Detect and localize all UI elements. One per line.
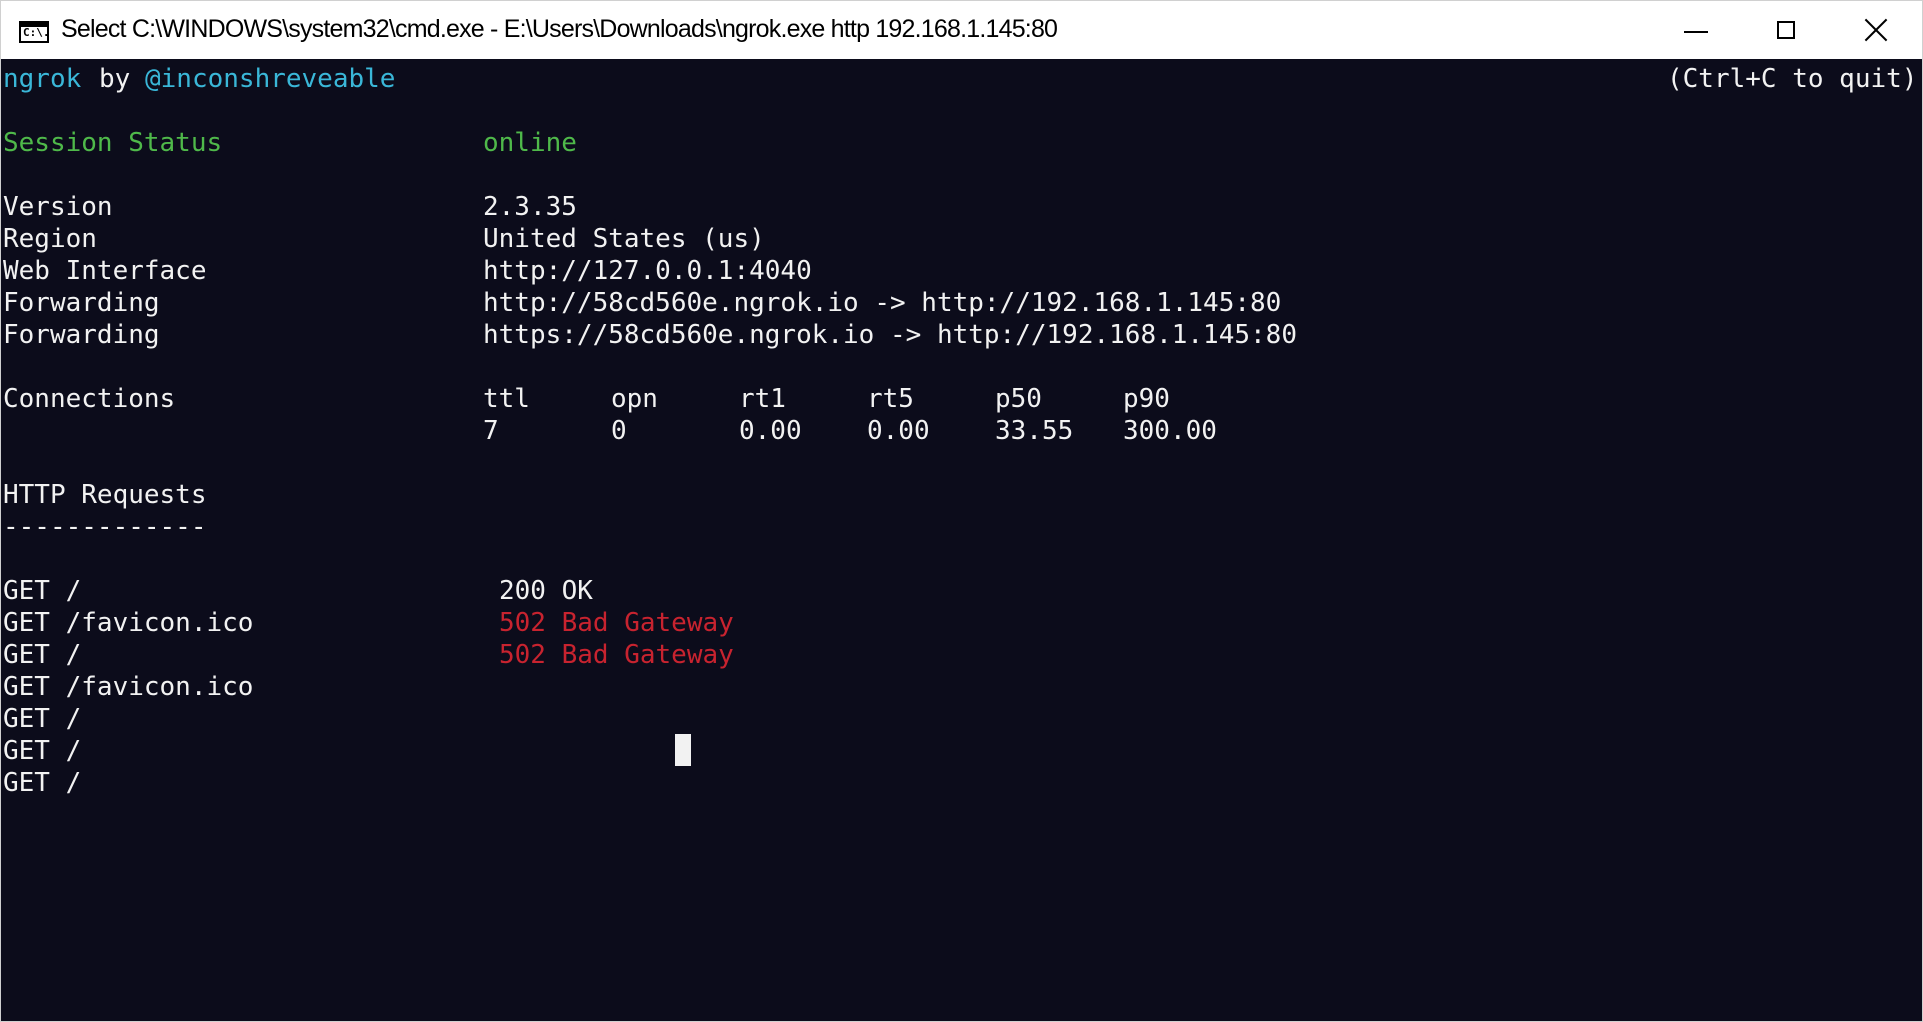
connections-value-p90: 300.00	[1123, 416, 1217, 446]
close-icon	[1863, 17, 1889, 43]
forwarding-value: http://58cd560e.ngrok.io -> http://192.1…	[483, 288, 1282, 318]
connections-label: Connections	[3, 384, 176, 414]
region-label: Region	[3, 224, 97, 254]
ngrok-brand: ngrok	[3, 64, 82, 94]
title-bar[interactable]: C:\. Select C:\WINDOWS\system32\cmd.exe …	[1, 1, 1922, 59]
connections-header-opn: opn	[611, 384, 658, 414]
version-label: Version	[3, 192, 113, 222]
maximize-icon	[1777, 21, 1795, 39]
request-line: GET /favicon.ico	[3, 672, 254, 702]
session-status-label: Session Status	[3, 128, 223, 158]
connections-header-rt5: rt5	[867, 384, 914, 414]
connections-value-p50: 33.55	[995, 416, 1074, 446]
minimize-button[interactable]	[1651, 1, 1741, 59]
request-line: GET /	[3, 704, 82, 734]
connections-value-opn: 0	[611, 416, 627, 446]
request-status-error: 502 Bad Gateway	[499, 608, 734, 638]
request-line: GET /	[3, 576, 82, 606]
connections-header-ttl: ttl	[483, 384, 530, 414]
region-value: United States (us)	[483, 224, 765, 254]
web-interface-label: Web Interface	[3, 256, 207, 286]
request-line: GET /favicon.ico	[3, 608, 254, 638]
connections-header-rt1: rt1	[739, 384, 786, 414]
window-title: Select C:\WINDOWS\system32\cmd.exe - E:\…	[61, 15, 1058, 43]
forwarding-label: Forwarding	[3, 288, 160, 318]
connections-header-p90: p90	[1123, 384, 1170, 414]
session-status-value: online	[483, 128, 577, 158]
connections-header-p50: p50	[995, 384, 1042, 414]
connections-value-rt5: 0.00	[867, 416, 930, 446]
quit-hint: (Ctrl+C to quit)	[1667, 64, 1918, 94]
version-value: 2.3.35	[483, 192, 577, 222]
forwarding-value: https://58cd560e.ngrok.io -> http://192.…	[483, 320, 1297, 350]
connections-value-ttl: 7	[483, 416, 499, 446]
http-requests-underline: -------------	[3, 512, 207, 542]
web-interface-value: http://127.0.0.1:4040	[483, 256, 812, 286]
http-requests-title: HTTP Requests	[3, 480, 207, 510]
text-cursor	[675, 734, 691, 766]
request-line: GET /	[3, 768, 82, 798]
maximize-button[interactable]	[1741, 1, 1831, 59]
request-status-error: 502 Bad Gateway	[499, 640, 734, 670]
request-line: GET /	[3, 640, 82, 670]
cmd-icon[interactable]: C:\.	[19, 21, 50, 43]
close-button[interactable]	[1831, 1, 1921, 59]
author-handle: @inconshreveable	[145, 64, 396, 94]
forwarding-label: Forwarding	[3, 320, 160, 350]
by-text: by	[99, 64, 131, 94]
minimize-icon	[1684, 31, 1708, 33]
connections-value-rt1: 0.00	[739, 416, 802, 446]
request-line: GET /	[3, 736, 82, 766]
request-status-ok: 200 OK	[499, 576, 593, 606]
console-window: C:\. Select C:\WINDOWS\system32\cmd.exe …	[0, 0, 1923, 1022]
